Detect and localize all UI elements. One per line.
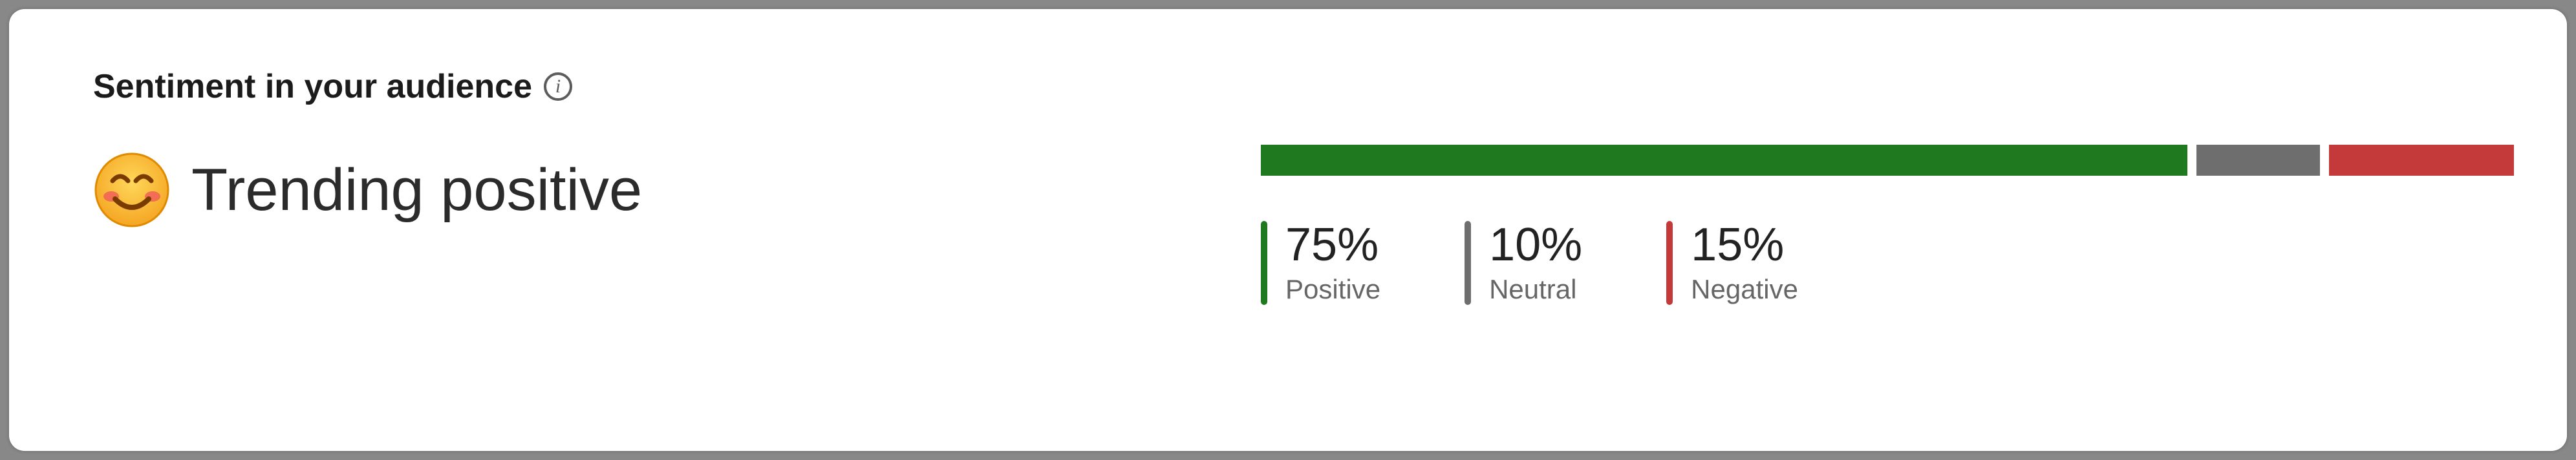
- legend-text-positive: 75% Positive: [1285, 221, 1380, 305]
- bar-segment-neutral: [2196, 145, 2320, 176]
- legend-text-negative: 15% Negative: [1691, 221, 1798, 305]
- legend-label-positive: Positive: [1285, 274, 1380, 305]
- sentiment-card: Sentiment in your audience i: [9, 9, 2567, 451]
- sentiment-bar: [1261, 145, 2496, 176]
- info-glyph: i: [555, 77, 561, 96]
- info-icon[interactable]: i: [544, 72, 572, 101]
- sentiment-legend: 75% Positive 10% Neutral 15% Negative: [1261, 221, 2496, 305]
- legend-label-negative: Negative: [1691, 274, 1798, 305]
- legend-tick-neutral: [1465, 221, 1471, 305]
- legend-pct-positive: 75%: [1285, 221, 1380, 270]
- legend-tick-positive: [1261, 221, 1267, 305]
- legend-item-positive: 75% Positive: [1261, 221, 1380, 305]
- title-row: Sentiment in your audience i: [93, 67, 642, 106]
- legend-text-neutral: 10% Neutral: [1489, 221, 1582, 305]
- bar-segment-negative: [2329, 145, 2515, 176]
- trend-row: Trending positive: [93, 151, 642, 229]
- legend-item-negative: 15% Negative: [1666, 221, 1798, 305]
- sentiment-right-column: 75% Positive 10% Neutral 15% Negative: [1261, 145, 2496, 305]
- legend-tick-negative: [1666, 221, 1673, 305]
- trend-label: Trending positive: [191, 156, 642, 224]
- bar-segment-positive: [1261, 145, 2187, 176]
- smiling-face-emoji-icon: [93, 151, 171, 229]
- legend-pct-negative: 15%: [1691, 221, 1798, 270]
- sentiment-left-column: Sentiment in your audience i: [93, 67, 642, 229]
- legend-pct-neutral: 10%: [1489, 221, 1582, 270]
- legend-label-neutral: Neutral: [1489, 274, 1582, 305]
- legend-item-neutral: 10% Neutral: [1465, 221, 1582, 305]
- card-title: Sentiment in your audience: [93, 67, 532, 106]
